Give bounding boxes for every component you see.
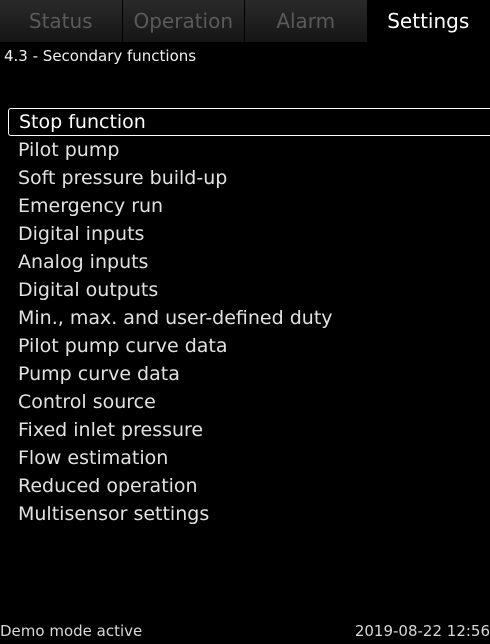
menu-item-analog-inputs[interactable]: Analog inputs (8, 248, 490, 276)
menu-item-min-max-user-duty[interactable]: Min., max. and user-defined duty (8, 304, 490, 332)
tab-operation[interactable]: Operation (122, 0, 245, 42)
menu-item-digital-outputs[interactable]: Digital outputs (8, 276, 490, 304)
tab-settings[interactable]: Settings (367, 0, 490, 42)
menu-item-pilot-pump-curve-data[interactable]: Pilot pump curve data (8, 332, 490, 360)
menu-item-reduced-operation[interactable]: Reduced operation (8, 472, 490, 500)
menu-item-pump-curve-data[interactable]: Pump curve data (8, 360, 490, 388)
menu-item-emergency-run[interactable]: Emergency run (8, 192, 490, 220)
status-bar: Demo mode active 2019-08-22 12:56 (0, 616, 490, 644)
menu-item-multisensor-settings[interactable]: Multisensor settings (8, 500, 490, 528)
settings-menu: Stop function Pilot pump Soft pressure b… (8, 108, 490, 528)
menu-item-digital-inputs[interactable]: Digital inputs (8, 220, 490, 248)
tab-status[interactable]: Status (0, 0, 123, 42)
menu-item-stop-function[interactable]: Stop function (8, 108, 490, 136)
menu-item-pilot-pump[interactable]: Pilot pump (8, 136, 490, 164)
menu-item-flow-estimation[interactable]: Flow estimation (8, 444, 490, 472)
date-time: 2019-08-22 12:56 (354, 622, 490, 640)
tab-bar: Status Operation Alarm Settings (0, 0, 490, 42)
page-title: 4.3 - Secondary functions (4, 47, 197, 65)
menu-item-control-source[interactable]: Control source (8, 388, 490, 416)
demo-mode-status: Demo mode active (0, 622, 143, 640)
menu-item-fixed-inlet-pressure[interactable]: Fixed inlet pressure (8, 416, 490, 444)
menu-item-soft-pressure-build-up[interactable]: Soft pressure build-up (8, 164, 490, 192)
tab-alarm[interactable]: Alarm (245, 0, 368, 42)
